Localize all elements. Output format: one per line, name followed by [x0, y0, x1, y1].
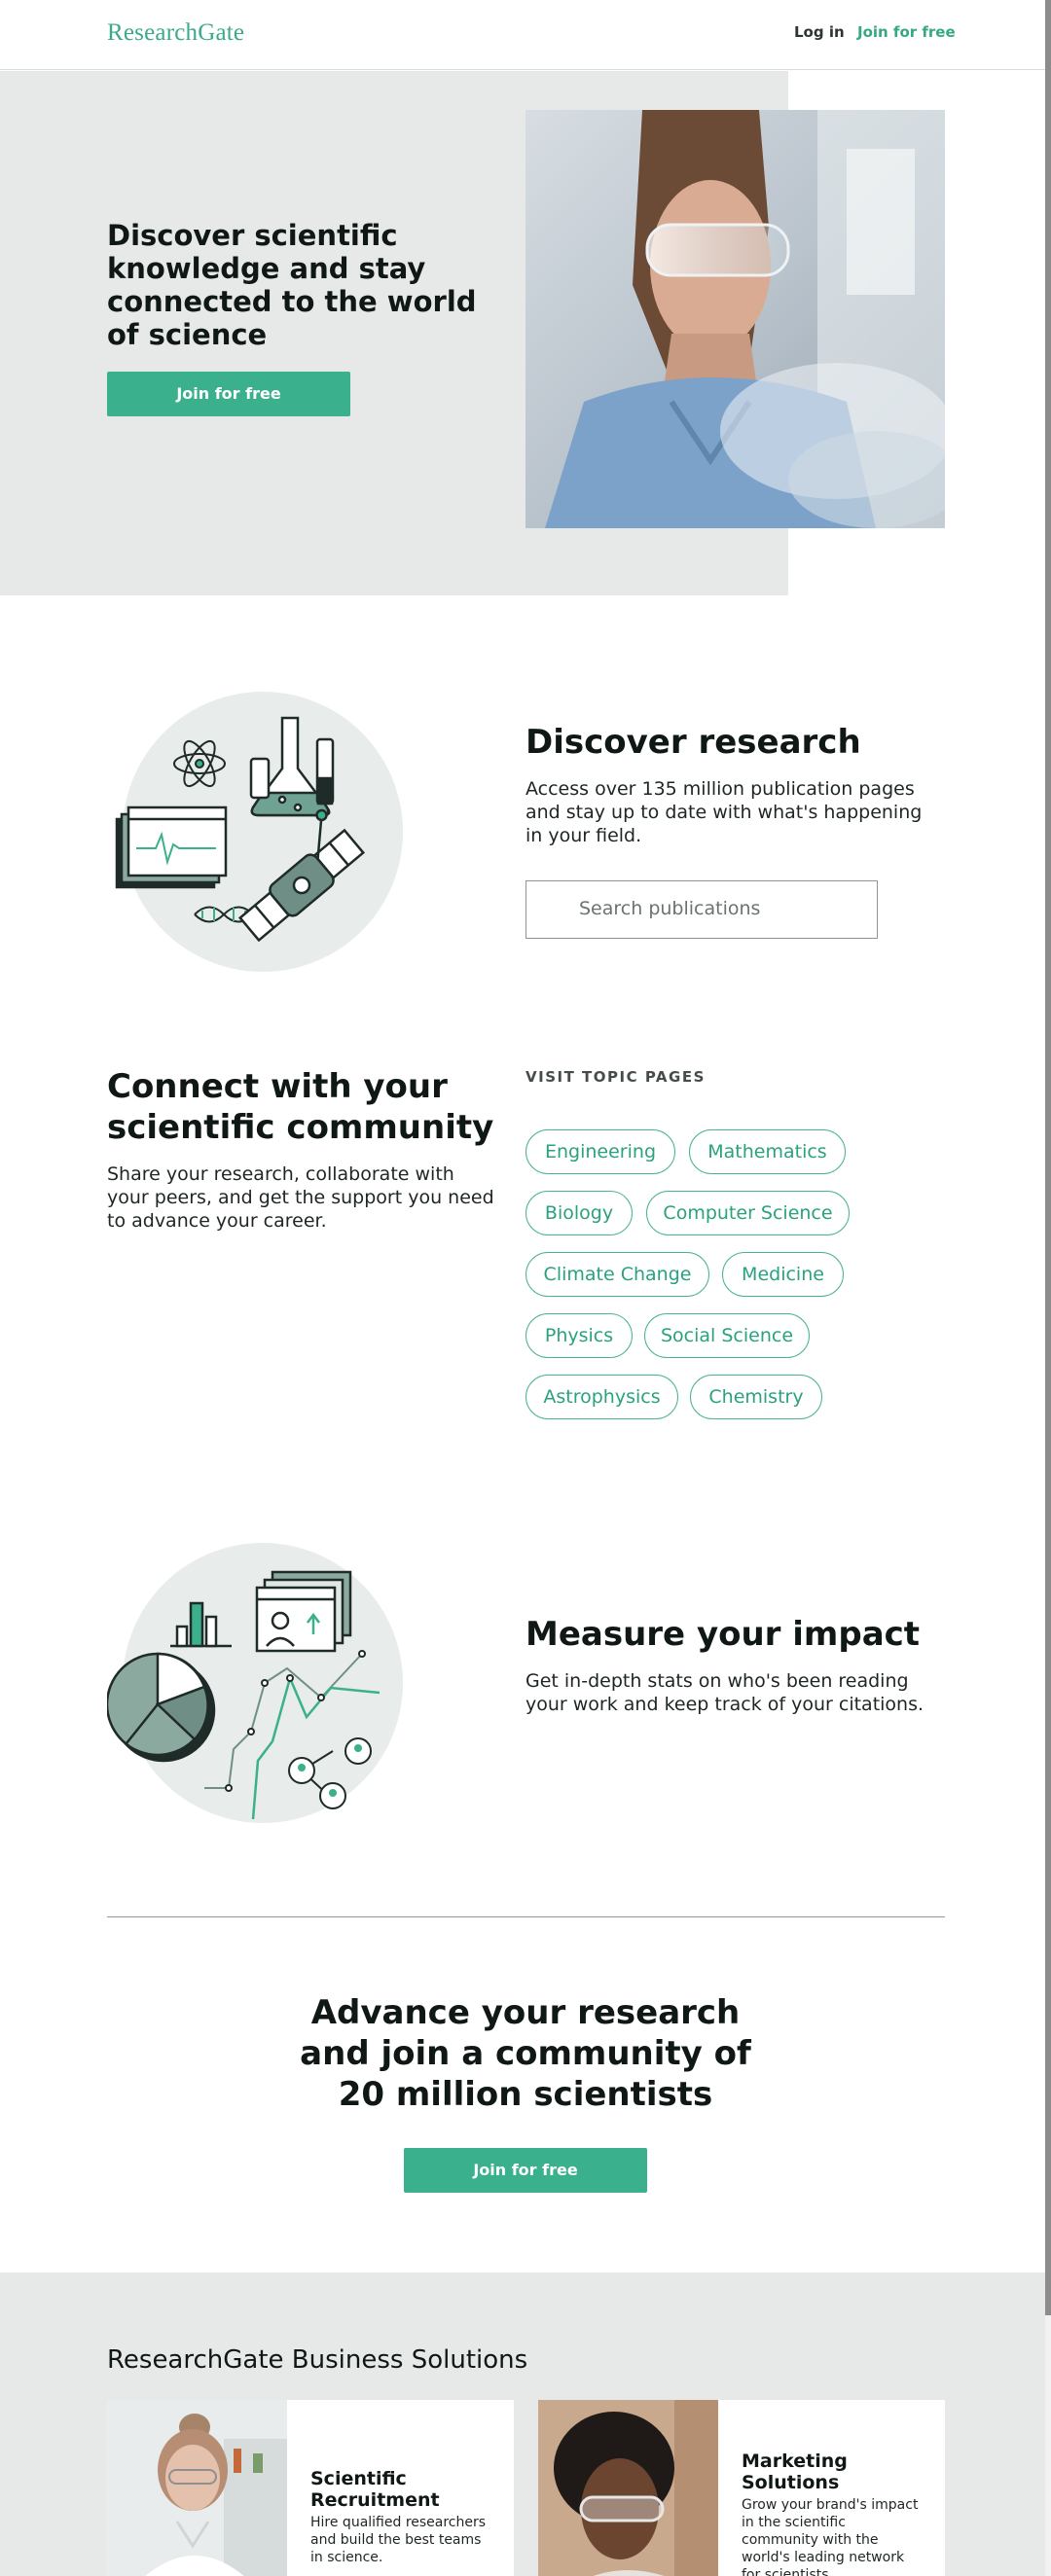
scrollbar-thumb[interactable]: [1045, 0, 1051, 2315]
login-link[interactable]: Log in: [794, 23, 845, 41]
marketing-photo: [538, 2400, 718, 2576]
marketing-card-title: Marketing Solutions: [742, 2451, 848, 2493]
hero-scientist-photo: [526, 110, 945, 528]
connect-community-description: Share your research, collaborate with yo…: [107, 1163, 494, 1232]
topic-chip-biology[interactable]: Biology: [526, 1191, 633, 1235]
cta-title: Advance your research and join a communi…: [300, 1993, 751, 2114]
measure-impact-illustration: [105, 1537, 409, 1829]
discover-research-title: Discover research: [526, 723, 861, 762]
researchgate-logo[interactable]: ResearchGate: [107, 19, 244, 47]
site-header: ResearchGate Log in Join for free: [0, 0, 1045, 70]
topic-chip-physics[interactable]: Physics: [526, 1313, 633, 1358]
topic-chip-mathematics[interactable]: Mathematics: [689, 1129, 846, 1174]
recruitment-photo: [107, 2400, 287, 2576]
cta-join-button[interactable]: Join for free: [404, 2148, 647, 2193]
topic-chip-climate-change[interactable]: Climate Change: [526, 1252, 709, 1297]
topic-chip-astrophysics[interactable]: Astrophysics: [526, 1375, 678, 1419]
business-card-recruitment[interactable]: Scientific Recruitment Hire qualified re…: [107, 2400, 514, 2576]
search-placeholder: Search publications: [579, 898, 761, 919]
page-scrollbar[interactable]: [1045, 0, 1051, 2576]
section-divider: [107, 1916, 945, 1917]
topic-chip-engineering[interactable]: Engineering: [526, 1129, 675, 1174]
topic-chip-social-science[interactable]: Social Science: [644, 1313, 810, 1358]
discover-research-description: Access over 135 million publication page…: [526, 778, 923, 846]
business-solutions-title: ResearchGate Business Solutions: [107, 2345, 528, 2375]
measure-impact-title: Measure your impact: [526, 1615, 921, 1654]
marketing-card-description: Grow your brand's impact in the scientif…: [742, 2497, 919, 2576]
topic-chip-medicine[interactable]: Medicine: [722, 1252, 844, 1297]
join-link[interactable]: Join for free: [857, 23, 956, 41]
recruitment-card-title: Scientific Recruitment: [310, 2468, 440, 2511]
connect-community-title: Connect with your scientific community: [107, 1067, 494, 1147]
recruitment-card-description: Hire qualified researchers and build the…: [310, 2515, 487, 2565]
visit-topic-pages-label: VISIT TOPIC PAGES: [526, 1068, 706, 1086]
measure-impact-description: Get in-depth stats on who's been reading…: [526, 1670, 924, 1715]
hero-join-button[interactable]: Join for free: [107, 372, 350, 416]
discover-research-illustration: [107, 681, 409, 973]
search-publications-input[interactable]: Search publications: [526, 880, 878, 939]
topic-chip-chemistry[interactable]: Chemistry: [690, 1375, 822, 1419]
hero-title: Discover scientific knowledge and stay c…: [107, 219, 477, 351]
business-card-marketing[interactable]: Marketing Solutions Grow your brand's im…: [538, 2400, 945, 2576]
topic-chip-computer-science[interactable]: Computer Science: [646, 1191, 850, 1235]
